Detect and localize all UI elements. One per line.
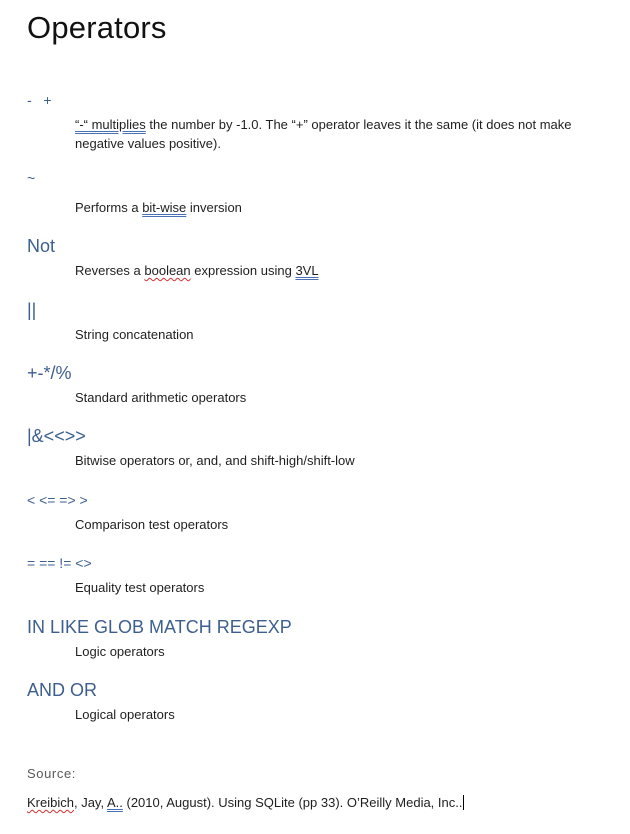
flagged-text-span: Kreibich [27,795,74,810]
text-span: Logical operators [75,707,175,722]
text-span: Logic operators [75,644,165,659]
operator-heading: = == != <> [27,555,92,571]
flagged-text-span: boolean [144,263,191,278]
source-label: Source: [27,766,77,781]
operator-description: Reverses a boolean expression using 3VL [75,261,615,280]
text-span: (2010, August). Using SQLite (pp 33). O’… [122,795,463,810]
operator-description: Bitwise operators or, and, and shift-hig… [75,451,615,470]
operator-description: Standard arithmetic operators [75,388,615,407]
text-span: Bitwise operators or, and, and shift-hig… [75,453,355,468]
operator-heading: Not [27,236,56,256]
operator-description: “-“ multiplies the number by -1.0. The “… [75,115,615,153]
text-span: expression using [190,263,296,278]
operator-heading: ~ [27,170,36,186]
operator-description: Equality test operators [75,578,615,597]
operator-heading: |&<<>> [27,426,86,446]
text-span: Standard arithmetic operators [75,390,247,405]
flagged-text-span: 3VL [295,263,319,278]
text-span: Comparison test operators [75,517,229,532]
flagged-text-span: bit-wise [142,200,187,215]
operator-heading: || [27,300,37,320]
text-span: Reverses a [75,263,145,278]
text-span: , Jay, [73,795,107,810]
text-span: inversion [186,200,242,215]
operator-heading: IN LIKE GLOB MATCH REGEXP [27,617,292,637]
page-title: Operators [27,10,167,45]
operator-heading: - + [27,92,52,108]
operator-heading: +-*/% [27,363,72,383]
text-span: the number by -1.0. The “+” operator lea… [75,117,572,151]
flagged-text-span: A.. [106,795,123,810]
text-cursor [463,795,465,810]
operator-description: Comparison test operators [75,515,615,534]
source-citation[interactable]: Kreibich, Jay, A.. (2010, August). Using… [27,795,465,810]
operator-description: Logical operators [75,705,615,724]
text-span: String concatenation [75,327,194,342]
operator-description: Logic operators [75,642,615,661]
operator-description: String concatenation [75,325,615,344]
operator-heading: < <= => > [27,492,88,508]
text-span: Performs a [75,200,143,215]
operator-description: Performs a bit-wise inversion [75,198,615,217]
text-span: Equality test operators [75,580,205,595]
flagged-text-span: “-“ multiplies [75,117,146,132]
operator-heading: AND OR [27,680,98,700]
